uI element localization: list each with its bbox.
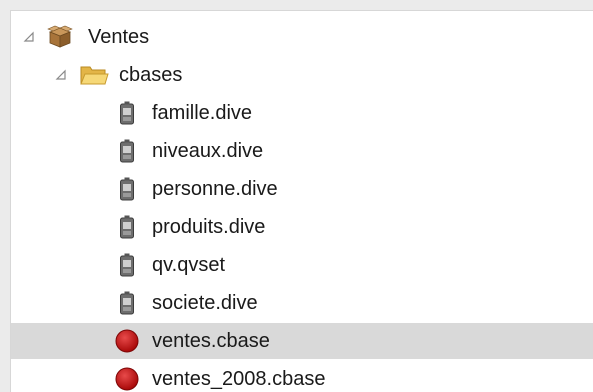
tree-item-produits-dive[interactable]: produits.dive (11, 209, 593, 245)
tree-node-ventes[interactable]: Ventes (11, 19, 593, 55)
dive-file-icon (119, 177, 135, 201)
tree-item-ventes-cbase[interactable]: ventes.cbase (11, 323, 593, 359)
cbase-icon (114, 367, 140, 391)
tree-item-label: ventes_2008.cbase (152, 368, 326, 390)
tree-node-cbases[interactable]: cbases (11, 57, 593, 93)
tree-item-niveaux-dive[interactable]: niveaux.dive (11, 133, 593, 169)
package-icon (47, 25, 73, 49)
tree-item-label: famille.dive (152, 102, 253, 124)
dive-file-icon (119, 291, 135, 315)
tree-item-label: ventes.cbase (152, 330, 270, 352)
dive-file-icon (119, 139, 135, 163)
folder-open-icon (79, 63, 109, 87)
cbase-icon (114, 329, 140, 353)
expand-triangle-icon[interactable] (21, 29, 37, 45)
dive-file-icon (119, 253, 135, 277)
tree-item-ventes-2008-cbase[interactable]: ventes_2008.cbase (11, 361, 593, 392)
tree-item-personne-dive[interactable]: personne.dive (11, 171, 593, 207)
tree-node-label: Ventes (88, 26, 150, 48)
tree-node-label: cbases (119, 64, 183, 86)
tree-item-label: qv.qvset (152, 254, 225, 276)
dive-file-icon (119, 101, 135, 125)
tree-item-label: personne.dive (152, 178, 278, 200)
tree-item-qv-qvset[interactable]: qv.qvset (11, 247, 593, 283)
tree-view: Ventes cbases famille.dive niveaux.dive … (10, 10, 593, 392)
tree-item-label: niveaux.dive (152, 140, 264, 162)
expand-triangle-icon[interactable] (53, 67, 69, 83)
tree-item-famille-dive[interactable]: famille.dive (11, 95, 593, 131)
tree-item-label: produits.dive (152, 216, 266, 238)
tree-item-label: societe.dive (152, 292, 258, 314)
tree-item-societe-dive[interactable]: societe.dive (11, 285, 593, 321)
dive-file-icon (119, 215, 135, 239)
